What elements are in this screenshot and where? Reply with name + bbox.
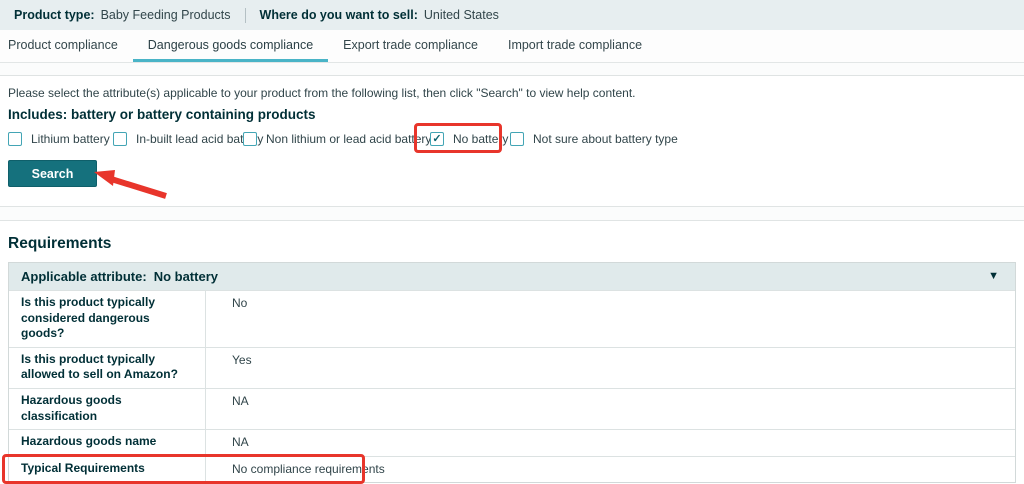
checkbox-item-non-lithium: Non lithium or lead acid battery [243, 132, 431, 146]
checkbox-item-not-sure: Not sure about battery type [510, 132, 678, 146]
applicable-attribute-label: Applicable attribute: [21, 269, 147, 284]
requirements-table: Applicable attribute: No battery ▼ Is th… [8, 262, 1016, 483]
requirements-section: Requirements Applicable attribute: No ba… [0, 221, 1024, 483]
table-row-hazardous-classification: Hazardous goods classification NA [9, 388, 1015, 429]
applicable-attribute-value: No battery [154, 269, 218, 284]
no-battery-checkbox-checked[interactable]: ✓ [430, 132, 444, 146]
product-type-label: Product type: [14, 8, 95, 22]
instruction-text: Please select the attribute(s) applicabl… [8, 86, 1016, 100]
product-type-value: Baby Feeding Products [101, 8, 231, 22]
attribute-selection-section: Please select the attribute(s) applicabl… [0, 76, 1024, 206]
dangerous-goods-compliance-page: { "context_bar": { "product_type_label":… [0, 0, 1024, 435]
includes-heading: Includes: battery or battery containing … [8, 107, 1016, 123]
checkbox-item-lithium-battery: Lithium battery [8, 132, 110, 146]
section-gap-2 [0, 206, 1024, 221]
table-row-dangerous-goods: Is this product typically considered dan… [9, 290, 1015, 347]
checkbox-item-no-battery: ✓ No battery [430, 132, 508, 146]
applicable-attribute-header: Applicable attribute: No battery ▼ [9, 263, 1015, 290]
section-gap [0, 63, 1024, 76]
inbuilt-lead-acid-checkbox[interactable] [113, 132, 127, 146]
check-icon: ✓ [432, 134, 441, 145]
lithium-battery-checkbox[interactable] [8, 132, 22, 146]
table-row-hazardous-name: Hazardous goods name NA [9, 429, 1015, 456]
tab-import-trade-compliance[interactable]: Import trade compliance [493, 30, 657, 62]
table-row-typical-requirements: Typical Requirements No compliance requi… [9, 456, 1015, 483]
not-sure-checkbox[interactable] [510, 132, 524, 146]
tab-product-compliance[interactable]: Product compliance [0, 30, 133, 62]
context-divider [245, 8, 246, 23]
search-button[interactable]: Search [8, 160, 97, 187]
sell-location-value: United States [424, 8, 499, 22]
table-row-allowed-to-sell: Is this product typically allowed to sel… [9, 347, 1015, 388]
compliance-tabs: Product compliance Dangerous goods compl… [0, 30, 1024, 63]
search-button-area: Search [8, 160, 208, 187]
tab-dangerous-goods-compliance[interactable]: Dangerous goods compliance [133, 30, 328, 62]
requirements-heading: Requirements [8, 235, 1016, 252]
battery-checkbox-row: Lithium battery In-built lead acid batte… [8, 123, 1016, 157]
collapse-caret-icon[interactable]: ▼ [988, 271, 999, 282]
checkbox-item-inbuilt-lead-acid: In-built lead acid battery [113, 132, 263, 146]
product-context-bar: Product type: Baby Feeding Products Wher… [0, 0, 1024, 30]
sell-location-label: Where do you want to sell: [260, 8, 418, 22]
tab-export-trade-compliance[interactable]: Export trade compliance [328, 30, 493, 62]
non-lithium-checkbox[interactable] [243, 132, 257, 146]
